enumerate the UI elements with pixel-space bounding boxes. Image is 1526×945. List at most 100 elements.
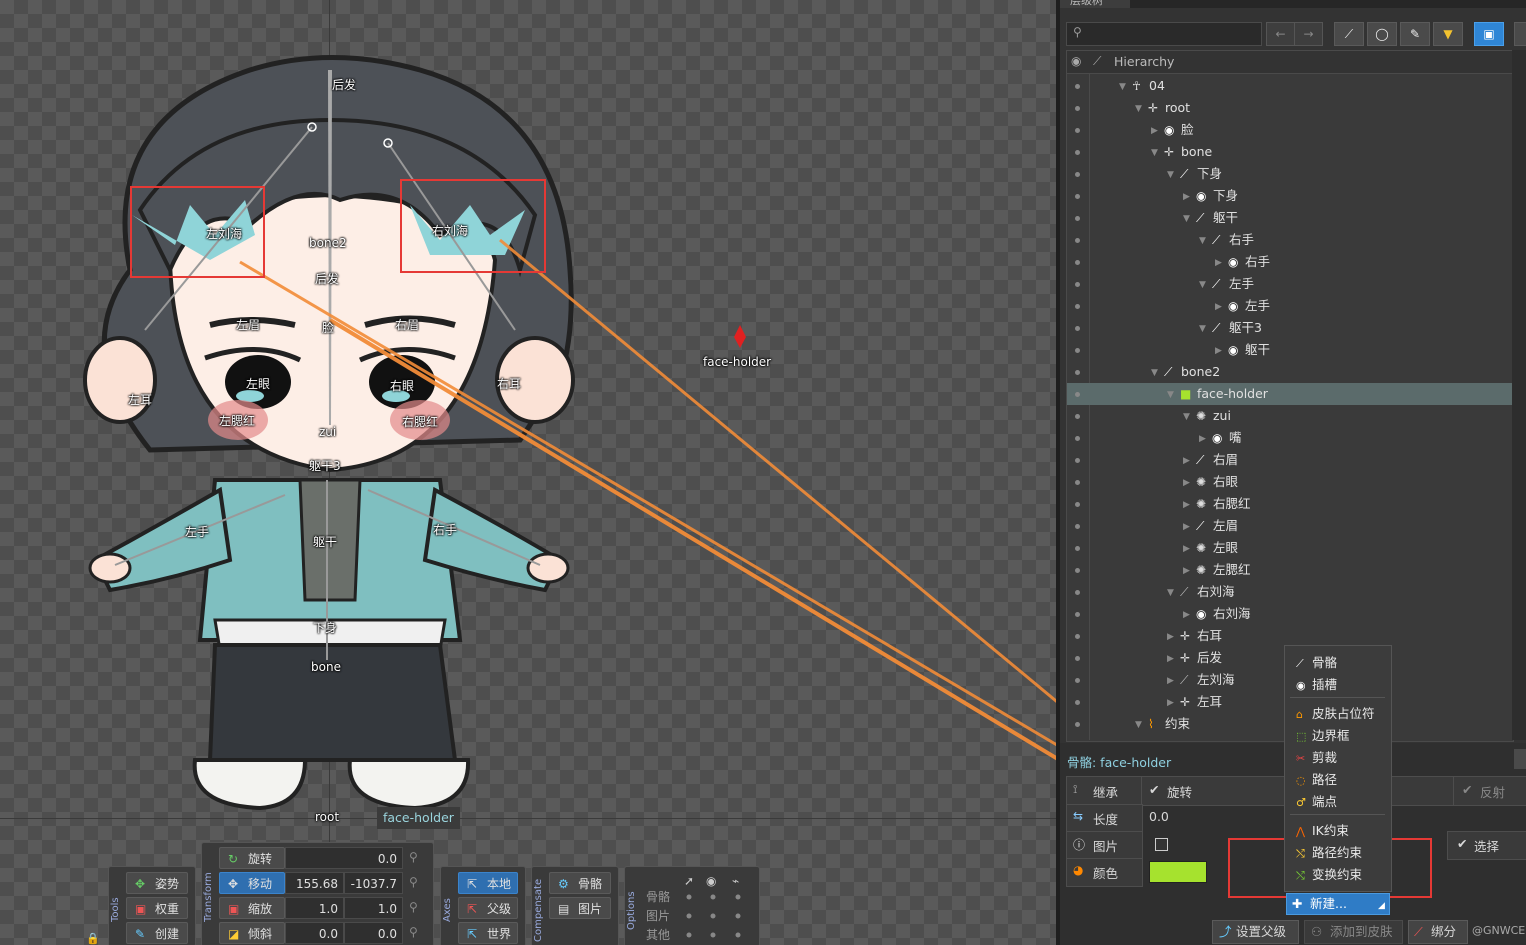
menu-item-clipping[interactable]: ✂ 剪裁 xyxy=(1296,747,1337,766)
visibility-dot-icon[interactable] xyxy=(1075,392,1080,397)
menu-item-slot[interactable]: ◉ 插槽 xyxy=(1296,674,1337,693)
expand-down-icon[interactable]: ▼ xyxy=(1199,274,1206,296)
expand-right-icon[interactable]: ▶ xyxy=(1183,604,1190,626)
bone-label[interactable]: 右耳 xyxy=(497,375,521,392)
translate-button[interactable]: ✥ 移动 xyxy=(219,872,285,894)
expand-down-icon[interactable]: ▼ xyxy=(1135,98,1142,120)
visibility-dot-icon[interactable] xyxy=(1075,546,1080,551)
tree-row[interactable]: ▼ ☥ 04 xyxy=(1067,75,1512,97)
panel-tab[interactable]: 层级树 xyxy=(1060,0,1140,8)
visibility-dot-icon[interactable] xyxy=(1075,238,1080,243)
expand-right-icon[interactable]: ▶ xyxy=(1167,692,1174,714)
focus-selection-icon[interactable]: ▣ xyxy=(1474,22,1504,46)
shear-x-value[interactable]: 0.0 xyxy=(285,922,344,944)
expand-right-icon[interactable]: ▶ xyxy=(1167,626,1174,648)
bone-label[interactable]: 左眼 xyxy=(246,375,270,392)
tree-row[interactable]: ▼ ⟋ 躯干 xyxy=(1067,207,1512,229)
tree-row[interactable]: ▼ ■ face-holder xyxy=(1067,383,1512,405)
tree-row[interactable]: ▼ ✛ bone xyxy=(1067,141,1512,163)
bone-label[interactable]: 右手 xyxy=(433,521,457,538)
translate-x-value[interactable]: 155.68 xyxy=(285,872,344,894)
bone-label[interactable]: 右眉 xyxy=(395,316,419,333)
visibility-dot-icon[interactable] xyxy=(1075,84,1080,89)
tree-row[interactable]: ▼ ⟋ 右手 xyxy=(1067,229,1512,251)
visibility-dot-icon[interactable] xyxy=(1075,656,1080,661)
bone-label[interactable]: root xyxy=(315,810,339,824)
tree-row[interactable]: ▶ ◉ 嘴 xyxy=(1067,427,1512,449)
visibility-dot-icon[interactable] xyxy=(1075,150,1080,155)
tree-row[interactable]: ▶ ✺ 左眼 xyxy=(1067,537,1512,559)
filter-slots-icon[interactable]: ◯ xyxy=(1367,22,1397,46)
bone-label[interactable]: 右腮红 xyxy=(402,413,438,430)
expand-down-icon[interactable]: ▼ xyxy=(1151,142,1158,164)
bone-label[interactable]: 左刘海 xyxy=(206,225,242,242)
bone-label[interactable]: zui xyxy=(319,425,336,439)
expand-right-icon[interactable]: ▶ xyxy=(1183,516,1190,538)
tree-row[interactable]: ▶ ✛ 右耳 xyxy=(1067,625,1512,647)
visibility-dot-icon[interactable] xyxy=(1075,568,1080,573)
bone-visibility-icon[interactable]: ⟋ xyxy=(1093,54,1101,69)
face-holder-label[interactable]: face-holder xyxy=(703,355,771,369)
bone-label[interactable]: 左腮红 xyxy=(219,412,255,429)
tree-row[interactable]: ▼ ⟋ 右刘海 xyxy=(1067,581,1512,603)
tree-row[interactable]: ▶ ◉ 躯干 xyxy=(1067,339,1512,361)
bone-label[interactable]: 右刘海 xyxy=(432,222,468,239)
weights-tool-button[interactable]: ▣ 权重 xyxy=(126,897,188,919)
length-value[interactable]: 0.0 xyxy=(1149,809,1169,824)
bone-label[interactable]: 躯干3 xyxy=(309,457,341,474)
editor-viewport[interactable]: 后发 左刘海 右刘海 bone2 后发 左眉 右眉 脸 左眼 右眼 左耳 右耳 … xyxy=(0,0,1056,945)
visibility-dot-icon[interactable] xyxy=(1075,436,1080,441)
expand-down-icon[interactable]: ▼ xyxy=(1119,76,1126,98)
tree-row[interactable]: ▶ ◉ 左手 xyxy=(1067,295,1512,317)
tree-row[interactable]: ▼ ⟋ bone2 xyxy=(1067,361,1512,383)
menu-item-path[interactable]: ◌ 路径 xyxy=(1296,769,1337,788)
menu-item-point[interactable]: ♂ 端点 xyxy=(1296,791,1337,810)
visibility-dot-icon[interactable] xyxy=(1075,260,1080,265)
visibility-dot-icon[interactable] xyxy=(1075,348,1080,353)
expand-down-icon[interactable]: ▼ xyxy=(1183,406,1190,428)
tree-row[interactable]: ▼ ✺ zui xyxy=(1067,405,1512,427)
scale-y-value[interactable]: 1.0 xyxy=(344,897,403,919)
eye-icon[interactable]: ◉ xyxy=(1071,54,1081,68)
menu-item-bounding-box[interactable]: ⬚ 边界框 xyxy=(1296,725,1350,744)
inherit-rotation-checkbox[interactable]: ✔ xyxy=(1149,782,1159,797)
expand-right-icon[interactable]: ▶ xyxy=(1183,186,1190,208)
tree-row[interactable]: ▶ ◉ 右刘海 xyxy=(1067,603,1512,625)
expand-right-icon[interactable]: ▶ xyxy=(1183,494,1190,516)
expand-right-icon[interactable]: ▶ xyxy=(1215,340,1222,362)
bone-label[interactable]: 脸 xyxy=(322,319,334,336)
weights-button[interactable]: ⟋ 绑分 xyxy=(1408,920,1468,944)
expand-right-icon[interactable]: ▶ xyxy=(1199,428,1206,450)
lock-icon[interactable]: 🔒 xyxy=(86,932,100,945)
visibility-dot-icon[interactable] xyxy=(1075,458,1080,463)
visibility-dot-icon[interactable] xyxy=(1075,634,1080,639)
add-to-skin-button[interactable]: ⚇ 添加到皮肤 xyxy=(1304,920,1403,944)
filter-bones-icon[interactable]: ⟋ xyxy=(1334,22,1364,46)
tree-row[interactable]: ▶ ✺ 右腮红 xyxy=(1067,493,1512,515)
visibility-dot-icon[interactable] xyxy=(1075,612,1080,617)
expand-down-icon[interactable]: ▼ xyxy=(1167,582,1174,604)
expand-down-icon[interactable]: ▼ xyxy=(1151,362,1158,384)
new-button[interactable]: ✚ 新建... ◢ xyxy=(1286,893,1390,915)
settings-icon[interactable] xyxy=(1514,22,1526,46)
tree-scrollbar[interactable] xyxy=(1512,50,1526,740)
rotate-button[interactable]: ↻ 旋转 xyxy=(219,847,285,869)
visibility-dot-icon[interactable] xyxy=(1075,128,1080,133)
visibility-dot-icon[interactable] xyxy=(1075,480,1080,485)
expand-right-icon[interactable]: ▶ xyxy=(1215,296,1222,318)
filter-icon[interactable]: ▼ xyxy=(1433,22,1463,46)
tree-row[interactable]: ▶ ⟋ 左眉 xyxy=(1067,515,1512,537)
visibility-dot-icon[interactable] xyxy=(1075,590,1080,595)
visibility-dot-icon[interactable] xyxy=(1075,304,1080,309)
bone-label[interactable]: 下身 xyxy=(313,619,337,636)
rotate-value[interactable]: 0.0 xyxy=(285,847,403,869)
select-checkbox[interactable]: ✔ xyxy=(1457,836,1467,851)
expand-down-icon[interactable]: ▼ xyxy=(1135,714,1142,736)
image-checkbox[interactable] xyxy=(1155,838,1168,851)
compensate-bones-button[interactable]: ⚙ 骨骼 xyxy=(549,872,611,894)
expand-right-icon[interactable]: ▶ xyxy=(1167,648,1174,670)
visibility-dot-icon[interactable] xyxy=(1075,106,1080,111)
arrow-right-icon[interactable]: → xyxy=(1294,22,1323,46)
axes-world-button[interactable]: ⇱ 世界 xyxy=(458,922,518,944)
set-parent-button[interactable]: ⤴ 设置父级 xyxy=(1212,920,1299,944)
